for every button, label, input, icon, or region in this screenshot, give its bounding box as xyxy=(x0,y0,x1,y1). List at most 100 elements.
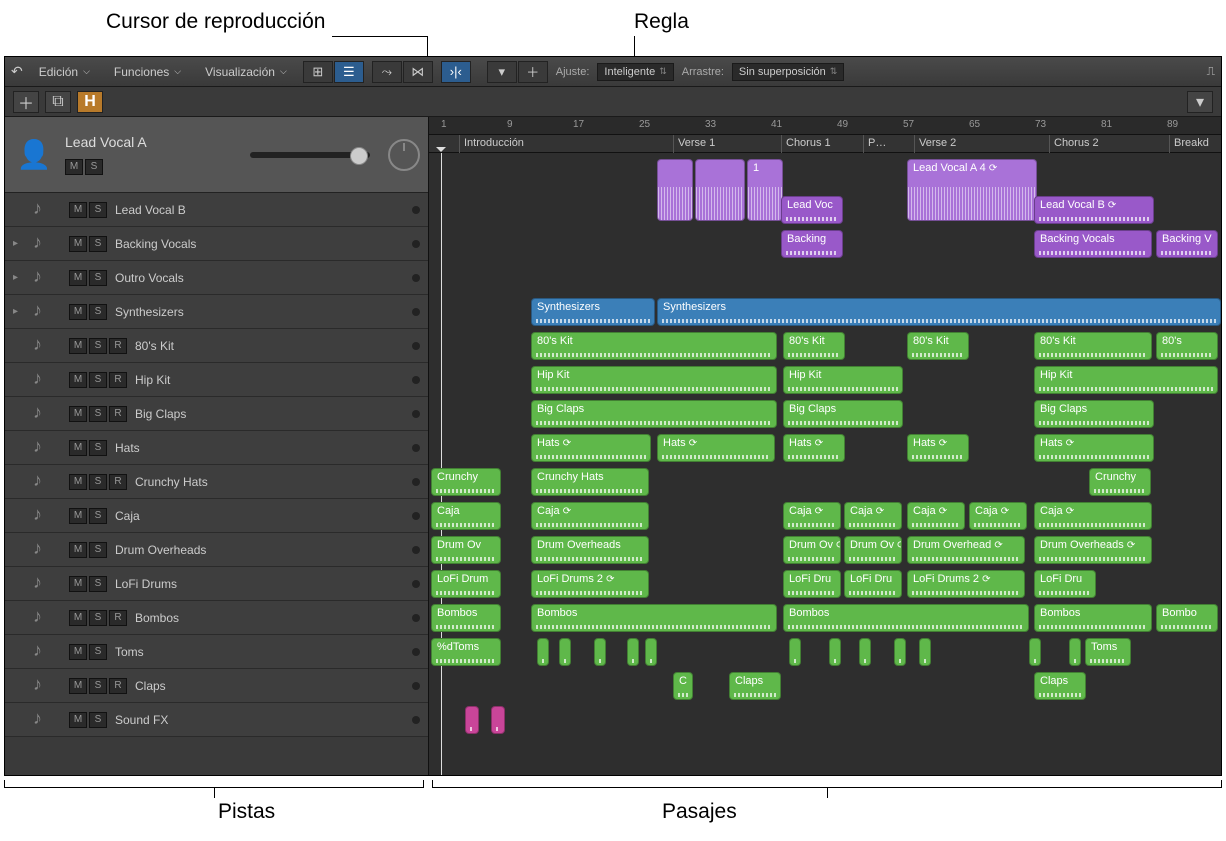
region[interactable]: Hip Kit xyxy=(1034,366,1218,394)
region[interactable]: Drum Overheads xyxy=(531,536,649,564)
region[interactable]: Hats ⟳ xyxy=(1034,434,1154,462)
disclosure-icon[interactable]: ▸ xyxy=(13,238,25,249)
region[interactable] xyxy=(695,159,745,221)
region[interactable]: Caja ⟳ xyxy=(531,502,649,530)
solo-button[interactable]: S xyxy=(89,372,107,388)
back-icon[interactable]: ↶ xyxy=(11,63,23,80)
solo-button[interactable]: S xyxy=(89,440,107,456)
region[interactable]: Lead Vocal A 4 ⟳ xyxy=(907,159,1037,221)
region[interactable]: Caja xyxy=(431,502,501,530)
solo-button[interactable]: S xyxy=(89,542,107,558)
region[interactable]: 80's Kit xyxy=(1034,332,1152,360)
solo-button[interactable]: S xyxy=(89,712,107,728)
region[interactable]: Drum Ov xyxy=(431,536,501,564)
region[interactable]: Hats ⟳ xyxy=(531,434,651,462)
region[interactable] xyxy=(1069,638,1081,666)
region[interactable]: Drum Ov ⟳ xyxy=(844,536,902,564)
record-enable-button[interactable]: R xyxy=(109,610,127,626)
region[interactable]: 80's Kit xyxy=(531,332,777,360)
track-row[interactable]: ♪MSSound FX xyxy=(5,703,428,737)
region[interactable]: 80's Kit xyxy=(907,332,969,360)
track-row[interactable]: ♪MSToms xyxy=(5,635,428,669)
record-enable-button[interactable]: R xyxy=(109,474,127,490)
disclosure-icon[interactable]: ▸ xyxy=(13,306,25,317)
menu-view[interactable]: Visualización xyxy=(197,63,295,81)
mute-button[interactable]: M xyxy=(69,202,87,218)
region[interactable]: Lead Voc xyxy=(781,196,843,224)
list-view-icon[interactable]: ☰ xyxy=(334,61,364,83)
region[interactable]: Drum Overhead ⟳ xyxy=(907,536,1025,564)
mute-button[interactable]: M xyxy=(69,338,87,354)
region[interactable] xyxy=(789,638,801,666)
region[interactable] xyxy=(645,638,657,666)
regions-area[interactable]: 1Lead Vocal A 4 ⟳Lead VocLead Vocal B ⟳B… xyxy=(429,153,1221,775)
mute-button[interactable]: M xyxy=(69,712,87,728)
arrangement-marker[interactable]: Chorus 1 xyxy=(781,135,835,153)
region[interactable]: Synthesizers xyxy=(531,298,655,326)
region[interactable]: Claps xyxy=(1034,672,1086,700)
record-enable-button[interactable]: R xyxy=(109,338,127,354)
menu-functions[interactable]: Funciones xyxy=(106,63,189,81)
solo-button[interactable]: S xyxy=(89,610,107,626)
pointer-tool-icon[interactable]: ▾ xyxy=(487,61,517,83)
region[interactable] xyxy=(657,159,693,221)
arrange-area[interactable]: 191725334149576573818997 Introducción Ver… xyxy=(429,117,1221,775)
mute-button[interactable]: M xyxy=(69,304,87,320)
track-row[interactable]: ♪MSRBig Claps xyxy=(5,397,428,431)
arrangement-marker[interactable]: Verse 2 xyxy=(914,135,960,153)
region[interactable]: Backing Vocals xyxy=(1034,230,1152,258)
mute-button[interactable]: M xyxy=(69,406,87,422)
selected-track-header[interactable]: 👤 Lead Vocal A MS xyxy=(5,117,428,193)
mute-button[interactable]: M xyxy=(69,270,87,286)
drag-select[interactable]: Sin superposición xyxy=(732,63,844,81)
region[interactable]: Bombos xyxy=(431,604,501,632)
region[interactable]: Synthesizers xyxy=(657,298,1221,326)
mute-button[interactable]: M xyxy=(69,474,87,490)
pencil-tool-icon[interactable]: ＋ xyxy=(518,61,548,83)
region[interactable]: Bombo xyxy=(1156,604,1218,632)
snap-select[interactable]: Inteligente xyxy=(597,63,673,81)
arrangement-marker[interactable]: Chorus 2 xyxy=(1049,135,1103,153)
track-row[interactable]: ♪MSRCrunchy Hats xyxy=(5,465,428,499)
track-row[interactable]: ♪MSRHip Kit xyxy=(5,363,428,397)
region[interactable] xyxy=(829,638,841,666)
region[interactable]: Big Claps xyxy=(531,400,777,428)
marker-track[interactable]: IntroducciónVerse 1Chorus 1P…Verse 2Chor… xyxy=(429,135,1221,153)
region[interactable]: Caja ⟳ xyxy=(907,502,965,530)
region[interactable]: Bombos xyxy=(1034,604,1152,632)
grid-view-icon[interactable]: ⊞ xyxy=(303,61,333,83)
region[interactable]: Lead Vocal B ⟳ xyxy=(1034,196,1154,224)
region[interactable]: Backing xyxy=(781,230,843,258)
solo-button[interactable]: S xyxy=(89,202,107,218)
region[interactable] xyxy=(894,638,906,666)
mute-button[interactable]: M xyxy=(69,644,87,660)
region[interactable]: LoFi Drum xyxy=(431,570,501,598)
region[interactable] xyxy=(859,638,871,666)
region[interactable]: Caja ⟳ xyxy=(844,502,902,530)
arrangement-marker[interactable]: Verse 1 xyxy=(673,135,719,153)
region[interactable] xyxy=(491,706,505,734)
region[interactable]: Crunchy xyxy=(1089,468,1151,496)
solo-button[interactable]: S xyxy=(89,508,107,524)
duplicate-track-button[interactable]: ⧉ xyxy=(45,91,71,113)
region[interactable]: Big Claps xyxy=(1034,400,1154,428)
region[interactable]: LoFi Drums 2 ⟳ xyxy=(531,570,649,598)
arrangement-marker[interactable]: Breakd xyxy=(1169,135,1213,153)
arrangement-marker[interactable]: Introducción xyxy=(459,135,528,153)
catch-playhead-icon[interactable]: ›|‹ xyxy=(441,61,471,83)
region[interactable]: LoFi Dru xyxy=(844,570,902,598)
track-row[interactable]: ♪MSLead Vocal B xyxy=(5,193,428,227)
region[interactable]: Bombos xyxy=(783,604,1029,632)
region[interactable]: Hip Kit xyxy=(531,366,777,394)
region[interactable]: Hats ⟳ xyxy=(907,434,969,462)
region[interactable] xyxy=(1029,638,1041,666)
solo-button[interactable]: S xyxy=(89,474,107,490)
region[interactable]: Caja ⟳ xyxy=(1034,502,1152,530)
region[interactable]: LoFi Dru xyxy=(1034,570,1096,598)
pan-knob[interactable] xyxy=(388,139,420,171)
ruler[interactable]: 191725334149576573818997 xyxy=(429,117,1221,135)
mute-button[interactable]: M xyxy=(69,372,87,388)
region[interactable] xyxy=(627,638,639,666)
volume-slider[interactable] xyxy=(250,152,370,158)
region[interactable] xyxy=(465,706,479,734)
